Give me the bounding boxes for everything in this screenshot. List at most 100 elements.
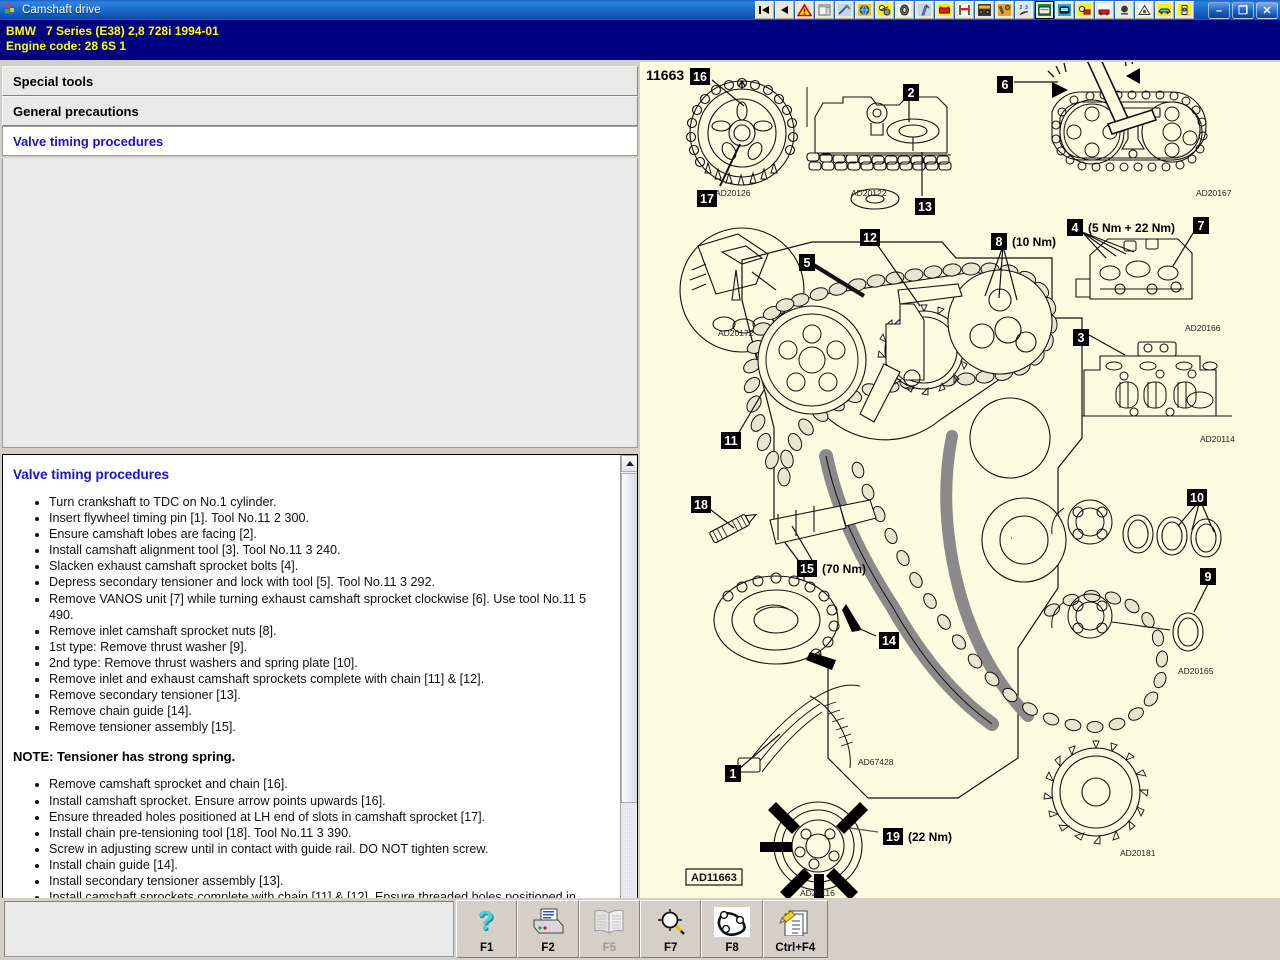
callout-2: 2 <box>903 84 919 101</box>
fkey-notes[interactable]: Ctrl+F4 <box>762 900 829 958</box>
callout-18: 18 <box>691 496 711 513</box>
fkey-book[interactable]: F5 <box>578 900 641 958</box>
restore-button[interactable]: ❐ <box>1232 2 1254 19</box>
list-item: Install secondary tensioner assembly [13… <box>49 873 613 889</box>
vehicle-description: BMW 7 Series (E38) 2,8 728i 1994-01 <box>6 24 219 38</box>
sensor-icon[interactable] <box>1175 1 1194 19</box>
svg-text:AD20165: AD20165 <box>1178 666 1214 676</box>
engine-bay-icon[interactable] <box>1035 1 1054 19</box>
list-item: Install chain guide [14]. <box>49 857 613 873</box>
book-icon <box>580 901 639 942</box>
printer-icon <box>518 901 577 942</box>
svg-text:15: 15 <box>800 562 814 576</box>
scrollbar-thumb[interactable] <box>621 473 637 803</box>
svg-text:10: 10 <box>1190 491 1204 505</box>
sidebar-item-special-tools[interactable]: Special tools <box>2 66 638 96</box>
callout-1: 1 <box>725 765 741 782</box>
svg-text:AD20126: AD20126 <box>715 188 751 198</box>
torque-value-15: (70 Nm) <box>822 562 866 576</box>
svg-text:AD20172: AD20172 <box>718 328 754 338</box>
fkey-label: F5 <box>602 942 617 954</box>
torque-value-8: (10 Nm) <box>1012 235 1056 249</box>
fkey-drive-belt[interactable]: F8 <box>701 900 763 958</box>
sidebar-item-label: Valve timing procedures <box>13 133 164 149</box>
sidebar-item-valve-timing-procedures[interactable]: Valve timing procedures <box>2 126 638 156</box>
vehicle-header: BMW 7 Series (E38) 2,8 728i 1994-01 Engi… <box>0 20 1280 60</box>
list-item: Turn crankshaft to TDC on No.1 cylinder. <box>49 494 613 510</box>
repair-times-icon[interactable] <box>1095 1 1114 19</box>
callout-7: 7 <box>1193 217 1209 234</box>
svg-text:3: 3 <box>1078 331 1085 345</box>
svg-text:AD67428: AD67428 <box>858 757 894 767</box>
content-title: Valve timing procedures <box>13 467 170 482</box>
callout-14: 14 <box>879 632 899 649</box>
diagram-pane[interactable]: AD20126 AD20122 AD20167 AD20172 AD67428 … <box>640 62 1280 898</box>
key-icon[interactable] <box>995 1 1014 19</box>
lift-icon[interactable] <box>955 1 974 19</box>
list-item: Remove camshaft sprocket and chain [16]. <box>49 776 613 792</box>
svg-text:11: 11 <box>724 434 737 448</box>
section-list-filler <box>2 158 638 448</box>
airbag-icon[interactable] <box>1115 1 1134 19</box>
list-item: Remove secondary tensioner [13]. <box>49 687 613 703</box>
spray-icon[interactable] <box>915 1 934 19</box>
torque-value-19: (22 Nm) <box>908 830 952 844</box>
engine-code: Engine code: 28 6S 1 <box>6 39 127 53</box>
content-scrollbar[interactable] <box>620 455 637 957</box>
fkey-label: F1 <box>479 942 494 954</box>
svg-text:9: 9 <box>1205 570 1212 584</box>
fuse-box-icon[interactable]: 23 <box>1015 1 1034 19</box>
window-title: Camshaft drive <box>22 4 101 16</box>
callout-12: 12 <box>860 229 880 246</box>
svg-text:14: 14 <box>882 634 896 648</box>
wheel-icon[interactable] <box>895 1 914 19</box>
status-field-left <box>4 901 454 957</box>
content-body: Valve timing procedures Turn crankshaft … <box>3 455 621 957</box>
callout-10: 10 <box>1187 489 1207 506</box>
app-icon <box>3 3 17 17</box>
globe-icon[interactable] <box>855 1 874 19</box>
fkey-label: F7 <box>663 942 678 954</box>
list-item: Install chain pre-tensioning tool [18]. … <box>49 825 613 841</box>
camshaft-drive-diagram: AD20126 AD20122 AD20167 AD20172 AD67428 … <box>640 62 1280 898</box>
first-record-icon[interactable] <box>755 1 774 19</box>
warning-triangle-icon[interactable] <box>795 1 814 19</box>
sidebar-item-general-precautions[interactable]: General precautions <box>2 96 638 126</box>
diagram-figure-id: AD11663 <box>685 868 743 886</box>
status-field-right <box>828 901 1276 957</box>
minimize-button[interactable]: – <box>1208 2 1230 19</box>
left-column: Special tools General precautions Valve … <box>0 62 640 958</box>
callout-11: 11 <box>721 432 741 449</box>
fkey-help[interactable]: ? ? F1 <box>456 900 518 958</box>
diagnostics-icon[interactable] <box>1055 1 1074 19</box>
wiper-icon[interactable] <box>835 1 854 19</box>
fkey-zoom[interactable]: F7 <box>640 900 702 958</box>
help-question-icon: ? ? <box>457 901 516 942</box>
safety-icon[interactable] <box>1135 1 1154 19</box>
fkey-label: F8 <box>725 942 739 954</box>
radio-icon[interactable] <box>975 1 994 19</box>
zoom-target-icon <box>641 901 700 942</box>
document-icon[interactable] <box>815 1 834 19</box>
close-button[interactable]: ✕ <box>1256 2 1278 19</box>
sidebar-item-label: General precautions <box>13 103 139 119</box>
function-key-bar: ? ? F1 F2 F5 F7 F8 Ctrl+F4 <box>456 900 829 958</box>
callout-6: 6 <box>997 76 1013 93</box>
svg-text:AD20166: AD20166 <box>1185 323 1221 333</box>
svg-text:AD20122: AD20122 <box>851 188 887 198</box>
battery-icon[interactable] <box>935 1 954 19</box>
vehicle-icon[interactable] <box>1155 1 1174 19</box>
content-note: NOTE: Tensioner has strong spring. <box>13 749 236 765</box>
service-schedule-icon[interactable] <box>1075 1 1094 19</box>
svg-text:2: 2 <box>908 86 915 100</box>
belt-icon[interactable] <box>875 1 894 19</box>
diagram-page-number: 11663 <box>646 67 684 83</box>
scroll-up-button[interactable] <box>621 455 637 472</box>
notes-edit-icon <box>764 901 827 942</box>
list-item: 2nd type: Remove thrust washers and spri… <box>49 655 613 671</box>
svg-text:6: 6 <box>1002 78 1009 92</box>
list-item: Remove inlet and exhaust camshaft sprock… <box>49 671 613 687</box>
list-item: Depress secondary tensioner and lock wit… <box>49 574 613 590</box>
fkey-print[interactable]: F2 <box>517 900 579 958</box>
previous-record-icon[interactable] <box>775 1 794 19</box>
